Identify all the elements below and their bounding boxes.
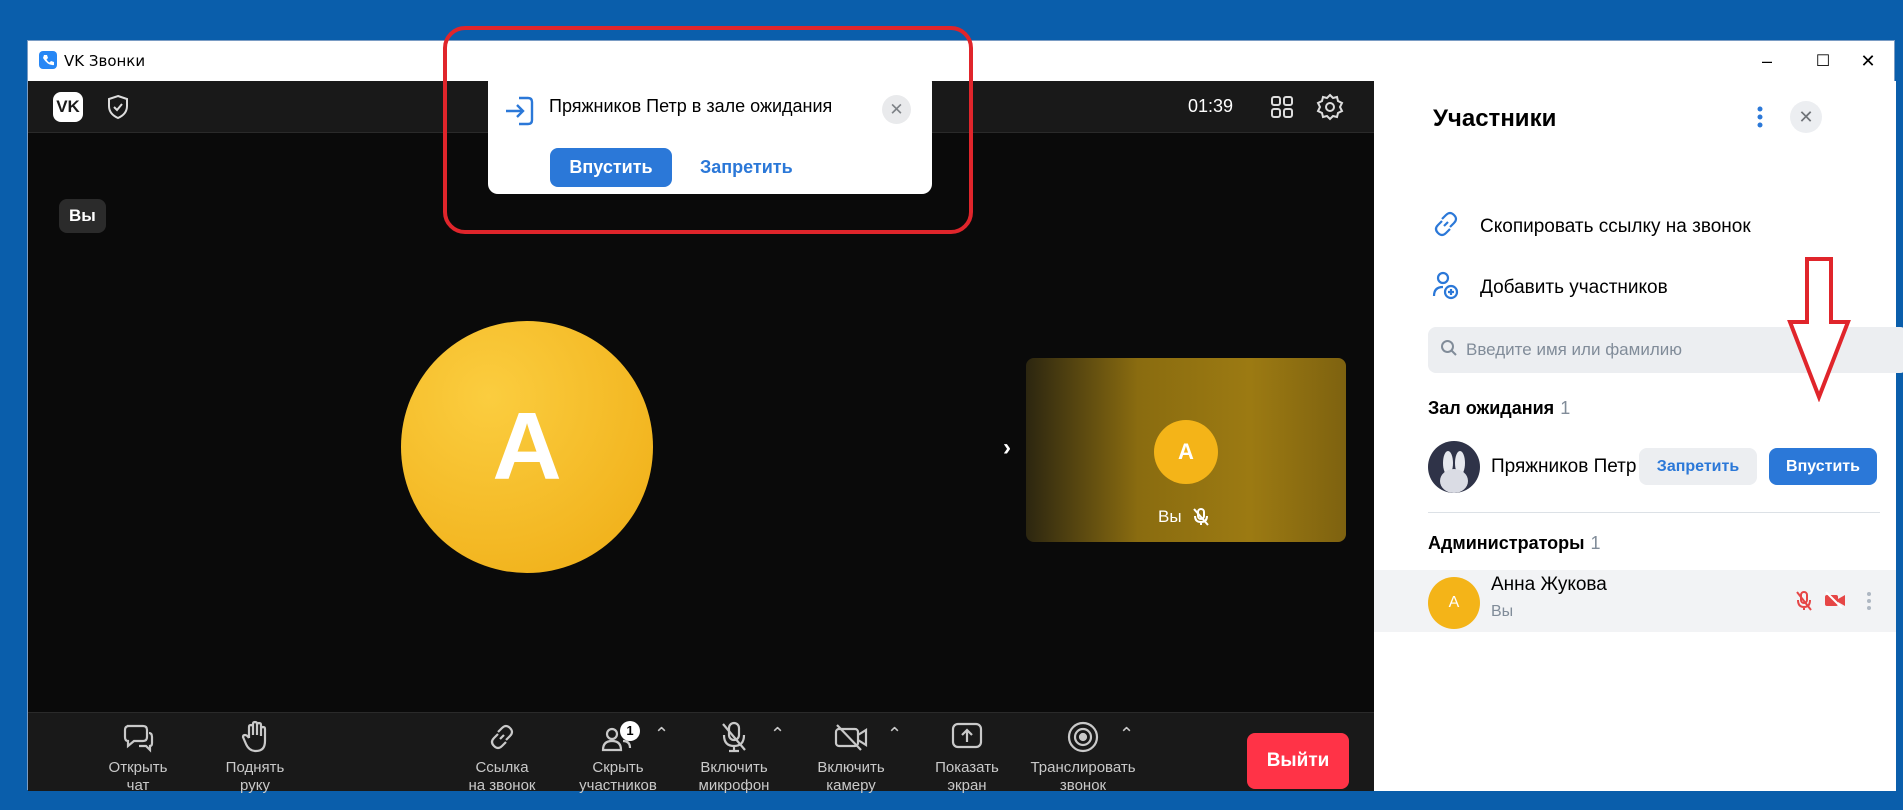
raise-hand-button[interactable]: Поднять руку [195, 719, 315, 795]
mic-off-icon [1795, 590, 1813, 617]
share-screen-button[interactable]: Показать экран [907, 719, 1027, 795]
share-screen-icon [950, 721, 984, 758]
call-toolbar: Открыть чат Поднять руку Ссылка на звонок 1… [28, 712, 1374, 794]
admin-name: Анна Жукова [1491, 574, 1607, 595]
chevron-right-icon[interactable]: › [1003, 434, 1011, 462]
hand-icon [240, 720, 270, 759]
speaker-avatar: A [401, 321, 653, 573]
chat-icon [121, 721, 155, 758]
divider [1428, 512, 1880, 513]
search-icon [1440, 339, 1466, 362]
waiting-count: 1 [1560, 398, 1571, 418]
self-label: Вы [59, 199, 106, 233]
call-timer: 01:39 [1188, 96, 1234, 116]
deny-button[interactable]: Запретить [1639, 448, 1757, 485]
add-user-icon [1430, 269, 1480, 307]
link-icon [486, 721, 518, 758]
camera-off-icon [833, 722, 869, 757]
admin-subtitle: Вы [1491, 603, 1514, 620]
minimize-button[interactable]: – [1739, 41, 1795, 81]
shield-icon[interactable] [104, 93, 132, 126]
vk-logo[interactable]: VK [53, 92, 83, 122]
gear-icon[interactable] [1315, 92, 1345, 127]
admin-row[interactable]: A Анна Жукова Вы [1374, 570, 1896, 632]
waiting-room-header: Зал ожидания 1 [1428, 398, 1571, 418]
chevron-up-icon[interactable]: ⌃ [1119, 725, 1134, 743]
enable-mic-button[interactable]: ⌃ Включить микрофон [674, 719, 794, 795]
grid-layout-icon[interactable] [1268, 93, 1296, 126]
admins-count: 1 [1590, 533, 1601, 553]
chevron-up-icon[interactable]: ⌃ [887, 725, 902, 743]
avatar [1428, 441, 1480, 493]
mic-off-icon [718, 720, 750, 759]
leave-call-button[interactable]: Выйти [1247, 733, 1349, 789]
camera-off-icon [1824, 591, 1846, 614]
enable-camera-button[interactable]: ⌃ Включить камеру [791, 719, 911, 795]
chevron-up-icon[interactable]: ⌃ [654, 725, 669, 743]
panel-title: Участники [1433, 105, 1557, 132]
tile-avatar: A [1154, 420, 1218, 484]
close-panel-button[interactable]: ✕ [1790, 101, 1822, 133]
more-vertical-icon[interactable] [1862, 588, 1876, 619]
copy-link-item[interactable]: Скопировать ссылку на звонок [1430, 208, 1751, 246]
app-icon [39, 51, 57, 69]
broadcast-icon [1066, 720, 1100, 759]
link-icon [1430, 208, 1480, 246]
avatar: A [1428, 577, 1480, 629]
more-vertical-icon[interactable] [1744, 101, 1776, 138]
waiting-participant-name: Пряжников Петр [1491, 456, 1637, 477]
self-video-tile[interactable]: A Вы [1026, 358, 1346, 542]
window-title: VK Звонки [64, 52, 146, 70]
chevron-up-icon[interactable]: ⌃ [770, 725, 785, 743]
highlight-frame [443, 26, 973, 234]
admit-button[interactable]: Впустить [1769, 448, 1877, 485]
mic-off-icon [1192, 507, 1210, 532]
hide-participants-button[interactable]: 1 ⌃ Скрыть участников [558, 719, 678, 795]
add-participants-item[interactable]: Добавить участников [1430, 269, 1668, 307]
participants-panel: Участники ✕ Скопировать ссылку на звонок… [1374, 81, 1903, 791]
tile-name: Вы [1158, 507, 1182, 526]
participants-count-badge: 1 [620, 721, 640, 741]
open-chat-button[interactable]: Открыть чат [78, 719, 198, 795]
close-window-button[interactable]: ✕ [1840, 41, 1896, 81]
arrow-down-icon [1787, 256, 1851, 407]
admins-header: Администраторы 1 [1428, 533, 1601, 553]
stream-call-button[interactable]: ⌃ Транслировать звонок [1023, 719, 1143, 795]
call-link-button[interactable]: Ссылка на звонок [442, 719, 562, 795]
